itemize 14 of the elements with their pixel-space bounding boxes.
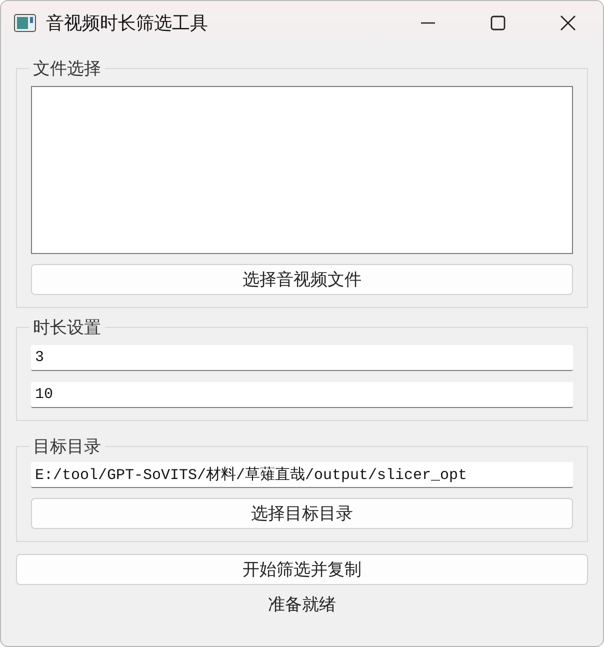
group-title: 时长设置 bbox=[32, 317, 102, 339]
input-field[interactable]: 10 bbox=[31, 382, 573, 408]
status-text: 准备就绪 bbox=[267, 594, 337, 616]
app-icon bbox=[14, 14, 36, 32]
group-title: 目标目录 bbox=[32, 436, 102, 458]
maximize-icon[interactable] bbox=[490, 15, 506, 31]
start-button[interactable]: 开始筛选并复制 bbox=[16, 554, 588, 585]
input-field[interactable]: 3 bbox=[31, 345, 573, 371]
path-field[interactable]: E:/tool/GPT-SoVITS/材料/草薙直哉/output/slicer_opt bbox=[31, 462, 573, 488]
select-files-button[interactable]: 选择音视频文件 bbox=[31, 264, 573, 295]
select-folder-button[interactable]: 选择目标目录 bbox=[31, 498, 573, 529]
window-title: 音视频时长筛选工具 bbox=[46, 12, 209, 35]
close-icon[interactable] bbox=[559, 14, 577, 32]
group-title: 文件选择 bbox=[32, 58, 102, 80]
